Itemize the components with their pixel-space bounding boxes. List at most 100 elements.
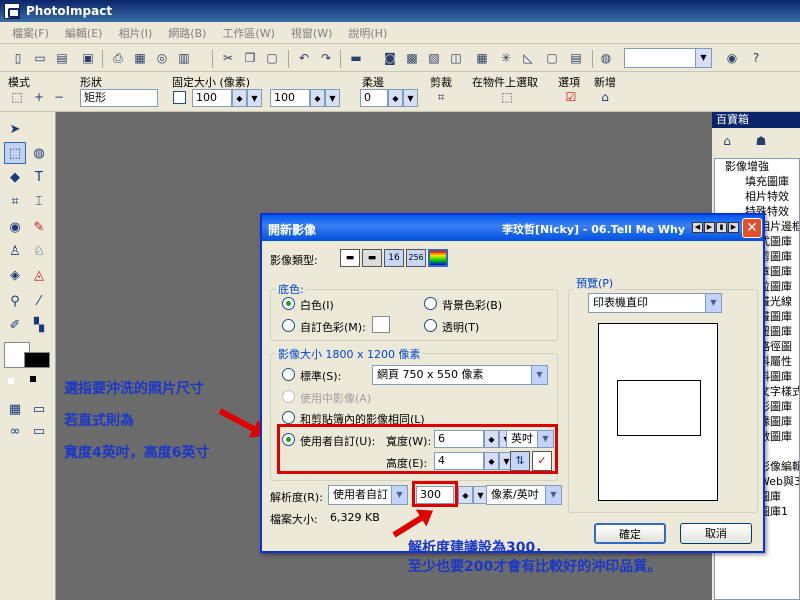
zoom-tool-icon[interactable]: ⚲ (4, 290, 26, 312)
adjust-icon[interactable]: ▩ (402, 48, 422, 68)
scanner-icon[interactable]: ▬ (346, 48, 366, 68)
standard-size-select[interactable]: 網頁 750 x 550 像素 ▼ (372, 365, 548, 385)
fill-tool-icon[interactable]: ◬ (28, 264, 50, 286)
fixed-width-input[interactable]: 100 (192, 89, 232, 107)
eye-tool-icon[interactable]: ◉ (4, 216, 26, 238)
menu-window[interactable]: 視窗(W) (283, 25, 340, 41)
info-icon[interactable]: ◉ (722, 48, 742, 68)
resolution-mode-select[interactable]: 使用者自訂 ▼ (328, 485, 408, 505)
gallery-library-icon[interactable]: ☗ (752, 132, 770, 150)
clone-tool-icon[interactable]: ♙ (4, 240, 26, 262)
undo-icon[interactable]: ↶ (294, 48, 314, 68)
image-type-truecolor-button[interactable] (428, 249, 448, 267)
preview-mode-select[interactable]: 印表機直印 ▼ (588, 293, 722, 313)
resolution-stepper[interactable]: ◆ ▼ (458, 486, 488, 504)
magic-wand-icon[interactable]: ✳ (496, 48, 516, 68)
pen-tool-icon[interactable]: ✐ (4, 314, 26, 336)
standard-radio[interactable] (282, 368, 295, 381)
print-icon[interactable]: ⎙ (108, 48, 128, 68)
transform-tool-icon[interactable]: ⌶ (28, 190, 50, 212)
soft-edge-input[interactable]: 0 (360, 89, 388, 107)
media-play-icon[interactable]: ▶ (704, 222, 715, 233)
menu-photo[interactable]: 相片(I) (110, 25, 160, 41)
tree-item[interactable]: 影像增強 (715, 159, 799, 174)
ok-button[interactable]: 確定 (594, 523, 666, 544)
pick-tool-icon[interactable]: ➤ (4, 118, 26, 140)
use-active-image-radio[interactable] (282, 390, 295, 403)
shape-select[interactable]: 矩形 (80, 89, 158, 107)
paint-tool-icon[interactable]: ✎ (28, 216, 50, 238)
export-icon[interactable]: ▤ (566, 48, 586, 68)
fixed-height-input[interactable]: 100 (270, 89, 310, 107)
paste-icon[interactable]: ▢ (262, 48, 282, 68)
copy-icon[interactable]: ❐ (240, 48, 260, 68)
cut-icon[interactable]: ✂ (218, 48, 238, 68)
dialog-close-button[interactable]: ✕ (742, 218, 762, 238)
selection-mode-icon[interactable]: ⬚ (8, 88, 26, 106)
scan-icon[interactable]: ▤ (52, 48, 72, 68)
toolbar-combo[interactable]: ▼ (624, 48, 712, 68)
text-tool-icon[interactable]: T (28, 166, 50, 188)
menu-workspace[interactable]: 工作區(W) (214, 25, 282, 41)
eraser-tool-icon[interactable]: ◈ (4, 264, 26, 286)
shape-tool-icon[interactable]: ◆ (4, 166, 26, 188)
tree-item[interactable]: 相片特效 (715, 189, 799, 204)
resize-icon[interactable]: ▦ (472, 48, 492, 68)
options-check-icon[interactable]: ☑ (562, 88, 580, 106)
redo-icon[interactable]: ↷ (316, 48, 336, 68)
print-preview-icon[interactable]: ▦ (130, 48, 150, 68)
tree-item[interactable]: 填充圖庫 (715, 174, 799, 189)
panel-icon[interactable]: ▭ (28, 420, 50, 442)
white-radio[interactable] (282, 297, 295, 310)
enhance-icon[interactable]: ▧ (424, 48, 444, 68)
menu-file[interactable]: 檔案(F) (4, 25, 57, 41)
lasso-tool-icon[interactable]: ◍ (28, 142, 50, 164)
fixed-size-checkbox[interactable] (173, 91, 186, 104)
resolution-unit-select[interactable]: 像素/英吋 ▼ (486, 485, 562, 505)
background-color-swatch[interactable] (24, 352, 50, 368)
menu-help[interactable]: 說明(H) (340, 25, 395, 41)
fixed-height-stepper[interactable]: ◆ ▼ (310, 89, 340, 107)
media-prev-icon[interactable]: ◀ (692, 222, 703, 233)
image-type-gray-button[interactable]: ▬ (362, 249, 382, 267)
cancel-button[interactable]: 取消 (680, 523, 752, 544)
crop-icon[interactable]: ⌗ (432, 88, 450, 106)
help-icon[interactable]: ? (746, 48, 766, 68)
new-file-icon[interactable]: ▯ (8, 48, 28, 68)
same-as-clipboard-radio[interactable] (282, 411, 295, 424)
image-type-bw-button[interactable]: ▬ (340, 249, 360, 267)
save-icon[interactable]: ▣ (78, 48, 98, 68)
menu-web[interactable]: 網路(B) (160, 25, 214, 41)
image-type-256-button[interactable]: 256 (406, 249, 426, 267)
subtract-mode-icon[interactable]: − (50, 88, 68, 106)
reset-color-icon[interactable] (8, 378, 14, 384)
screen-icon[interactable]: ▭ (28, 398, 50, 420)
send-icon[interactable]: ▥ (174, 48, 194, 68)
camera-icon[interactable]: ◙ (380, 48, 400, 68)
new-home-icon[interactable]: ⌂ (596, 88, 614, 106)
select-on-object-icon[interactable]: ⬚ (498, 88, 516, 106)
custom-color-radio[interactable] (282, 319, 295, 332)
retouch-tool-icon[interactable]: ♘ (28, 240, 50, 262)
gallery-home-icon[interactable]: ⌂ (718, 132, 736, 150)
eraser-icon[interactable]: ◺ (518, 48, 538, 68)
path-tool-icon[interactable]: ▚ (28, 314, 50, 336)
transparent-radio[interactable] (424, 319, 437, 332)
swap-color-icon[interactable] (30, 376, 36, 382)
eyedropper-tool-icon[interactable]: ⁄ (28, 290, 50, 312)
web-icon[interactable]: ◍ (596, 48, 616, 68)
crop-tool-icon[interactable]: ⌗ (4, 190, 26, 212)
fixed-width-stepper[interactable]: ◆ ▼ (232, 89, 262, 107)
custom-color-swatch[interactable] (372, 316, 390, 333)
zoom-preview-icon[interactable]: ◎ (152, 48, 172, 68)
open-file-icon[interactable]: ▭ (30, 48, 50, 68)
focus-icon[interactable]: ◫ (446, 48, 466, 68)
background-color-radio[interactable] (424, 297, 437, 310)
glasses-icon[interactable]: ∞ (4, 420, 26, 442)
media-next-icon[interactable]: ▶ (728, 222, 739, 233)
frame-icon[interactable]: ▢ (542, 48, 562, 68)
grid-icon[interactable]: ▦ (4, 398, 26, 420)
standard-selection-tool-icon[interactable]: ⬚ (4, 142, 26, 164)
menu-edit[interactable]: 編輯(E) (57, 25, 111, 41)
add-mode-icon[interactable]: + (30, 88, 48, 106)
